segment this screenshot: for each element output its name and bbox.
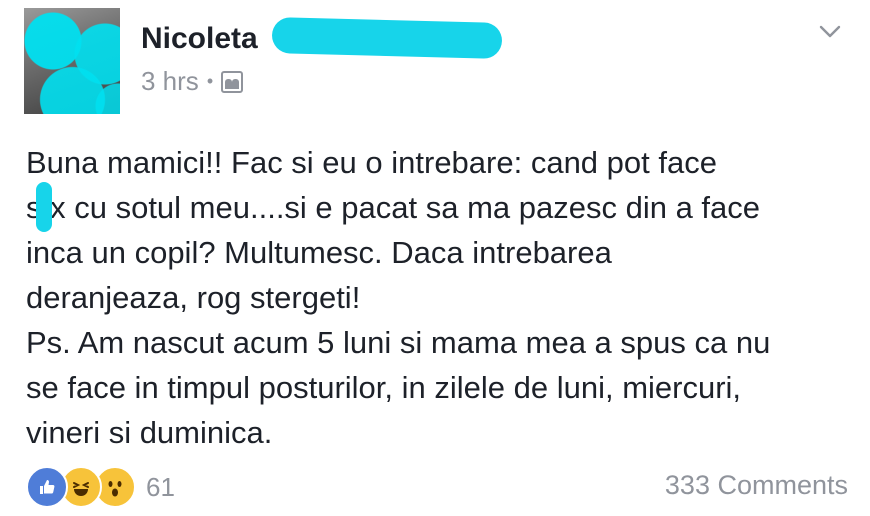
meta-separator: • [206, 71, 214, 91]
post-line: se face in timpul posturilor, in zilele … [26, 370, 742, 405]
friends-icon [221, 70, 244, 93]
reaction-count[interactable]: 61 [146, 472, 175, 503]
comments-link[interactable]: 333 Comments [665, 470, 848, 501]
post-meta: 3 hrs • [141, 66, 244, 97]
author-name[interactable]: Nicoleta [141, 22, 258, 56]
chevron-down-icon[interactable] [818, 20, 842, 44]
word-redaction [36, 182, 52, 232]
post-line: deranjeaza, rog stergeti! [26, 280, 361, 315]
post-time[interactable]: 3 hrs [141, 66, 199, 97]
facebook-post: Nicoleta 3 hrs • Buna mamici!! Fac si eu… [0, 0, 870, 516]
post-line: Ps. Am nascut acum 5 luni si mama mea a … [26, 325, 771, 360]
name-redaction [271, 16, 503, 60]
post-text: Buna mamici!! Fac si eu o intrebare: can… [26, 140, 856, 455]
reactions-bar[interactable]: 61 [26, 466, 175, 508]
post-line: vineri si duminica. [26, 415, 273, 450]
post-line: inca un copil? Multumesc. Daca intrebare… [26, 235, 612, 270]
like-icon [26, 466, 68, 508]
post-line: s x cu sotul meu....si e pacat sa ma paz… [26, 190, 761, 225]
avatar[interactable] [24, 8, 120, 114]
avatar-redaction [24, 8, 120, 114]
post-line: Buna mamici!! Fac si eu o intrebare: can… [26, 145, 717, 180]
